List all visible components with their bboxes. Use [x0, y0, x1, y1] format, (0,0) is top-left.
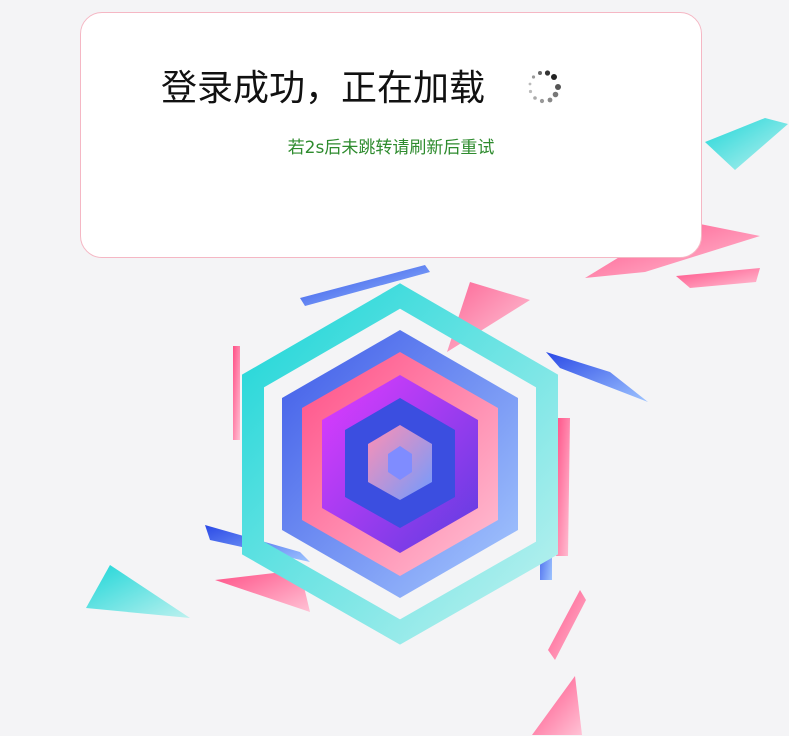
- hexagon-outer: [242, 283, 558, 645]
- hexagon-layer-4: [322, 375, 478, 553]
- shard-shape: [540, 500, 552, 580]
- hexagon-core: [368, 425, 432, 500]
- shard-shape: [447, 282, 530, 352]
- dialog-title: 登录成功，正在加载: [161, 68, 486, 109]
- login-success-dialog: 登录成功，正在加载 若2s后未跳转请刷新后重试: [80, 12, 702, 258]
- shard-shape: [548, 590, 586, 660]
- shard-shape: [233, 346, 240, 440]
- hexagon-layer-5: [345, 398, 455, 528]
- shard-shape: [556, 418, 570, 556]
- shard-shape: [300, 265, 430, 306]
- shard-shape: [676, 268, 760, 288]
- loading-spinner-icon: [528, 70, 561, 104]
- hexagon-center: [388, 446, 412, 480]
- shard-shape: [546, 352, 648, 402]
- shard-shape: [705, 118, 788, 170]
- shard-shape: [215, 570, 310, 612]
- shard-shape: [86, 565, 190, 618]
- hexagon-layer-3: [302, 352, 498, 576]
- hexagon-layer-2: [282, 330, 518, 598]
- shard-shape: [205, 525, 310, 562]
- shard-shape: [532, 676, 582, 735]
- redirect-hint-text: 若2s后未跳转请刷新后重试: [287, 138, 495, 158]
